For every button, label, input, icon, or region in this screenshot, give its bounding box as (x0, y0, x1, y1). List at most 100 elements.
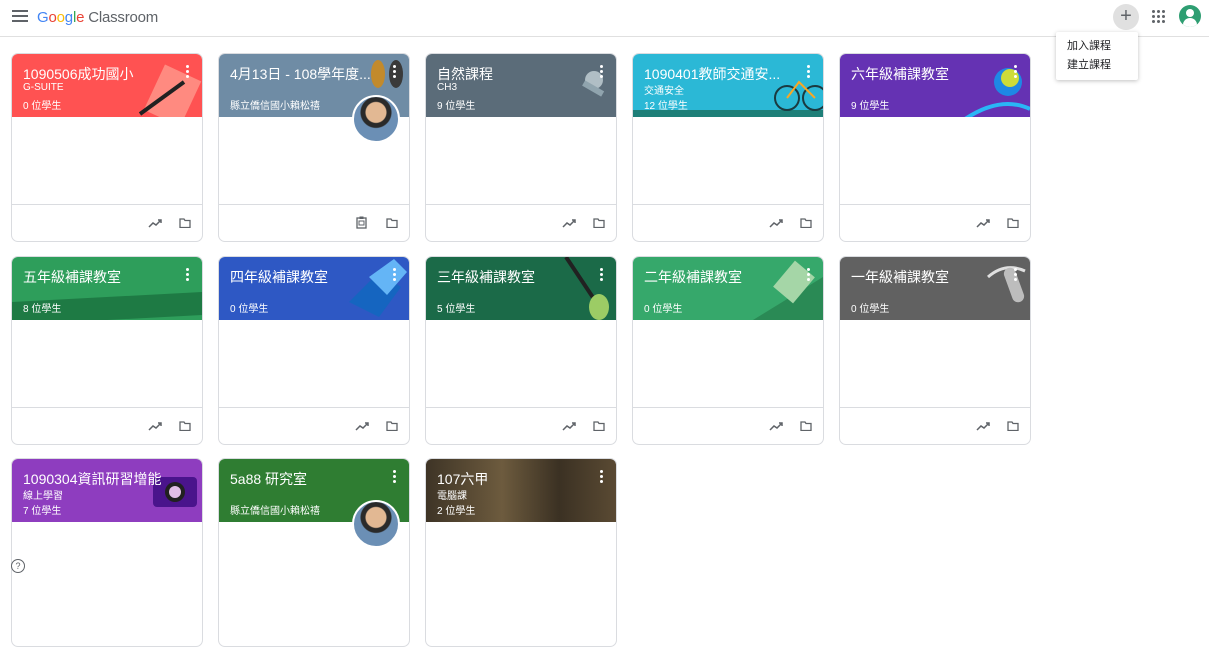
card-more-icon[interactable] (393, 65, 396, 78)
card-footer (840, 204, 1030, 241)
trending-icon[interactable] (148, 421, 162, 431)
folder-icon[interactable] (179, 421, 191, 431)
card-more-icon[interactable] (186, 65, 189, 78)
teacher-avatar (352, 500, 400, 548)
account-avatar-icon[interactable] (1179, 5, 1201, 27)
card-student-count: 0 位學生 (23, 101, 62, 112)
card-student-count: 0 位學生 (644, 304, 683, 315)
class-card[interactable]: 1090506成功國小 G-SUITE 0 位學生 (11, 53, 203, 242)
card-more-icon[interactable] (807, 65, 810, 78)
help-icon[interactable]: ? (11, 559, 25, 573)
class-card[interactable]: 五年級補課教室 8 位學生 (11, 256, 203, 445)
class-card[interactable]: 四年級補課教室 0 位學生 (218, 256, 410, 445)
teacher-avatar (352, 95, 400, 143)
card-title[interactable]: 四年級補課教室 (230, 267, 328, 287)
card-title[interactable]: 107六甲 (437, 469, 488, 489)
card-student-count: 7 位學生 (23, 506, 62, 517)
menu-icon[interactable] (12, 10, 28, 24)
folder-icon[interactable] (386, 218, 398, 228)
folder-icon[interactable] (593, 218, 605, 228)
menu-item-create-class[interactable]: 建立課程 (1056, 56, 1138, 75)
class-card[interactable]: 六年級補課教室 9 位學生 (839, 53, 1031, 242)
card-title[interactable]: 1090506成功國小 (23, 64, 134, 84)
card-title[interactable]: 1090304資訊研習增能 (23, 469, 162, 489)
folder-icon[interactable] (179, 218, 191, 228)
bicycle-decoration (774, 80, 823, 111)
trending-icon[interactable] (976, 421, 990, 431)
card-footer (12, 407, 202, 444)
top-app-bar: Google Classroom + (0, 0, 1209, 37)
google-classroom-logo[interactable]: Google Classroom (37, 9, 158, 26)
card-more-icon[interactable] (393, 268, 396, 281)
card-title[interactable]: 4月13日 - 108學年度... (230, 64, 371, 84)
card-title[interactable]: 三年級補課教室 (437, 267, 535, 287)
card-footer (840, 407, 1030, 444)
card-footer (633, 204, 823, 241)
folder-icon[interactable] (1007, 218, 1019, 228)
card-subtitle: 交通安全 (644, 86, 684, 97)
class-card[interactable]: 二年級補課教室 0 位學生 (632, 256, 824, 445)
card-more-icon[interactable] (600, 470, 603, 483)
plus-icon[interactable]: + (1113, 4, 1139, 30)
trending-icon[interactable] (562, 421, 576, 431)
card-more-icon[interactable] (1014, 268, 1017, 281)
class-card[interactable]: 1090304資訊研習增能 線上學習 7 位學生 (11, 458, 203, 647)
trending-icon[interactable] (562, 218, 576, 228)
card-footer (633, 407, 823, 444)
test-tube-decoration (987, 266, 1026, 303)
card-title[interactable]: 1090401教師交通安... (644, 64, 780, 84)
folder-icon[interactable] (386, 421, 398, 431)
class-card[interactable]: 107六甲 電腦課 2 位學生 (425, 458, 617, 647)
card-student-count: 9 位學生 (851, 101, 890, 112)
ruler-decoration (138, 64, 202, 117)
planet-decoration (964, 68, 1030, 117)
trending-icon[interactable] (769, 421, 783, 431)
card-footer (426, 407, 616, 444)
card-footer (426, 204, 616, 241)
card-subtitle: 電腦課 (437, 491, 467, 502)
card-title[interactable]: 五年級補課教室 (23, 267, 121, 287)
menu-item-join-class[interactable]: 加入課程 (1056, 37, 1138, 56)
card-more-icon[interactable] (600, 65, 603, 78)
folder-icon[interactable] (800, 421, 812, 431)
card-title[interactable]: 自然課程 (437, 64, 493, 84)
wrench-decoration (582, 71, 605, 97)
folder-icon[interactable] (800, 218, 812, 228)
trending-icon[interactable] (976, 218, 990, 228)
class-card[interactable]: 自然課程 CH3 9 位學生 (425, 53, 617, 242)
apps-grid-icon[interactable] (1152, 10, 1165, 23)
clipboard-icon[interactable] (356, 216, 367, 229)
card-student-count: 5 位學生 (437, 304, 476, 315)
trending-icon[interactable] (148, 218, 162, 228)
card-footer (219, 407, 409, 444)
card-footer (12, 204, 202, 241)
trending-icon[interactable] (355, 421, 369, 431)
card-title[interactable]: 5a88 研究室 (230, 469, 307, 489)
card-student-count: 12 位學生 (644, 101, 688, 112)
card-subtitle: CH3 (437, 82, 458, 93)
card-title[interactable]: 六年級補課教室 (851, 64, 949, 84)
card-student-count: 0 位學生 (851, 304, 890, 315)
card-more-icon[interactable] (393, 470, 396, 483)
sneakers-decoration (349, 259, 407, 317)
card-more-icon[interactable] (807, 268, 810, 281)
card-title[interactable]: 一年級補課教室 (851, 267, 949, 287)
card-subtitle: 縣立僑信國小賴松禧 (230, 101, 320, 112)
card-more-icon[interactable] (600, 268, 603, 281)
guitar-decoration (564, 257, 609, 320)
class-card[interactable]: 5a88 研究室 縣立僑信國小賴松禧 (218, 458, 410, 647)
class-card[interactable]: 一年級補課教室 0 位學生 (839, 256, 1031, 445)
card-title[interactable]: 二年級補課教室 (644, 267, 742, 287)
trending-icon[interactable] (769, 218, 783, 228)
card-subtitle: G-SUITE (23, 82, 64, 93)
class-card[interactable]: 三年級補課教室 5 位學生 (425, 256, 617, 445)
card-more-icon[interactable] (186, 268, 189, 281)
class-card[interactable]: 1090401教師交通安... 交通安全 12 位學生 (632, 53, 824, 242)
card-student-count: 9 位學生 (437, 101, 476, 112)
create-join-menu: 加入課程 建立課程 (1056, 32, 1138, 80)
class-card[interactable]: 4月13日 - 108學年度... 縣立僑信國小賴松禧 (218, 53, 410, 242)
folder-icon[interactable] (1007, 421, 1019, 431)
notebook-decoration (753, 260, 823, 320)
card-more-icon[interactable] (1014, 65, 1017, 78)
folder-icon[interactable] (593, 421, 605, 431)
